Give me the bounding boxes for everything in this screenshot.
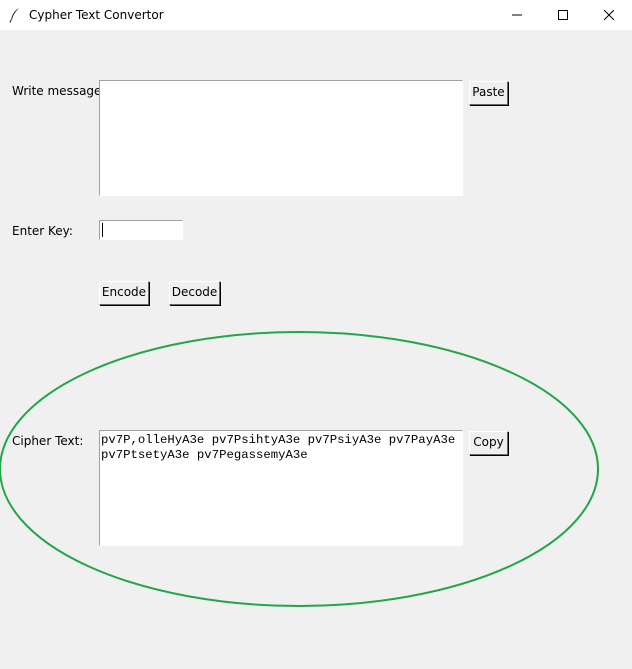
title-bar: Cypher Text Convertor (0, 0, 632, 30)
message-label: Write message: (12, 84, 106, 98)
cipher-text: pv7P,olleHyA3e pv7PsihtyA3e pv7PsiyA3e p… (101, 433, 463, 462)
copy-button[interactable]: Copy (469, 431, 508, 455)
paste-button[interactable]: Paste (469, 81, 508, 105)
maximize-icon (558, 10, 568, 20)
close-button[interactable] (586, 0, 632, 30)
close-icon (604, 10, 614, 20)
encode-button[interactable]: Encode (99, 281, 149, 305)
minimize-button[interactable] (494, 0, 540, 30)
cipher-textarea[interactable]: pv7P,olleHyA3e pv7PsihtyA3e pv7PsiyA3e p… (99, 430, 463, 546)
text-caret (102, 223, 103, 237)
minimize-icon (512, 14, 522, 16)
feather-icon (8, 7, 22, 23)
window-title: Cypher Text Convertor (29, 8, 164, 22)
cipher-label: Cipher Text: (12, 434, 84, 448)
key-input[interactable] (99, 220, 183, 240)
maximize-button[interactable] (540, 0, 586, 30)
decode-button[interactable]: Decode (169, 281, 220, 305)
message-textarea[interactable] (99, 80, 463, 196)
key-label: Enter Key: (12, 224, 73, 238)
